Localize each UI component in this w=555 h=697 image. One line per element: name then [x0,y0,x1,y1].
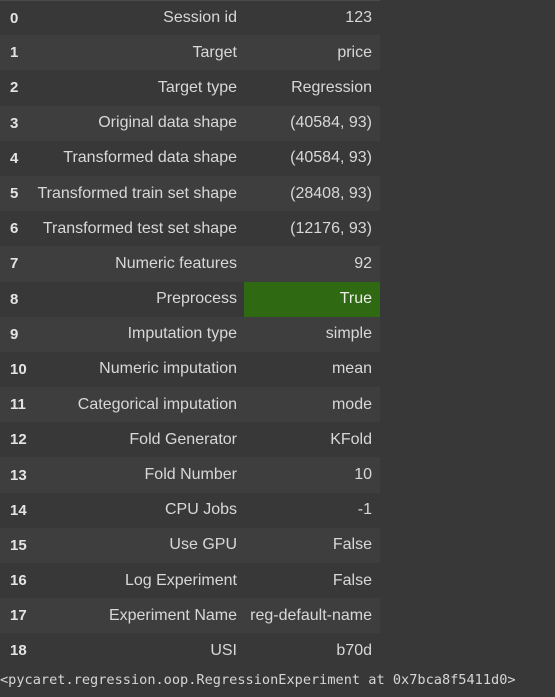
table-row: 3 Original data shape (40584, 93) [0,105,380,141]
row-index: 7 [10,255,19,273]
row-description: Target [192,43,237,61]
row-description: Target type [157,78,237,96]
table-row: 14 CPU Jobs -1 [0,492,380,528]
row-index: 6 [10,220,19,238]
row-index: 17 [10,607,27,625]
row-description: Fold Generator [129,430,237,448]
table-row: 1 Target price [0,35,380,71]
table-row: 4 Transformed data shape (40584, 93) [0,140,380,176]
setup-table: 0 Session id 123 1 Target price 2 Target… [0,0,380,669]
row-description: CPU Jobs [164,501,237,519]
row-value: mode [331,395,372,413]
row-description: Transformed test set shape [42,219,237,237]
row-index: 8 [10,290,19,308]
row-value-highlighted: True [244,281,380,317]
row-index: 3 [10,114,19,132]
row-value: (40584, 93) [290,114,372,132]
row-index: 13 [10,466,27,484]
row-value: (28408, 93) [290,184,372,202]
table-row: 16 Log Experiment False [0,563,380,599]
row-description: Original data shape [98,114,237,132]
row-value: simple [325,325,372,343]
row-index: 10 [10,360,27,378]
row-description: Session id [163,9,237,27]
row-value: (12176, 93) [290,219,372,237]
row-index: 1 [10,44,19,62]
table-row: 9 Imputation type simple [0,316,380,352]
row-index: 4 [10,149,19,167]
row-value: b70d [336,641,372,659]
table-row: 13 Fold Number 10 [0,457,380,493]
row-description: USI [210,641,237,659]
row-index: 14 [10,501,27,519]
row-value: False [332,571,372,589]
row-description: Log Experiment [124,571,237,589]
row-value: 10 [354,466,372,484]
row-description: Imputation type [127,325,237,343]
row-value: mean [331,360,372,378]
row-index: 5 [10,185,19,203]
row-value: KFold [330,430,372,448]
output-repr: <pycaret.regression.oop.RegressionExperi… [0,672,516,688]
table-row: 11 Categorical imputation mode [0,387,380,423]
row-value: (40584, 93) [290,149,372,167]
row-description: Use GPU [169,536,237,554]
row-index: 18 [10,642,27,660]
row-description: Preprocess [156,290,237,308]
row-description: Fold Number [144,466,237,484]
table-row: 15 Use GPU False [0,527,380,563]
table-row: 6 Transformed test set shape (12176, 93) [0,211,380,247]
row-value: price [337,43,372,61]
table-row: 18 USI b70d [0,633,380,669]
row-description: Categorical imputation [77,395,237,413]
row-index: 2 [10,79,19,97]
row-index: 11 [10,396,26,414]
row-value: 123 [345,9,372,27]
table-row: 0 Session id 123 [0,0,380,36]
row-value: reg-default-name [250,606,372,624]
row-value: False [332,536,372,554]
row-value: 92 [354,254,372,272]
row-index: 9 [10,325,19,343]
row-index: 12 [10,431,27,449]
row-description: Transformed data shape [63,149,237,167]
row-description: Numeric features [115,254,237,272]
row-description: Experiment Name [108,606,237,624]
table-row: 8 Preprocess True [0,281,380,317]
table-row: 17 Experiment Name reg-default-name [0,598,380,634]
table-row: 10 Numeric imputation mean [0,351,380,388]
table-row: 2 Target type Regression [0,70,380,106]
table-row: 7 Numeric features 92 [0,246,380,282]
table-row: 12 Fold Generator KFold [0,422,380,458]
row-index: 0 [10,9,19,27]
row-value: Regression [291,78,372,96]
row-description: Numeric imputation [99,360,237,378]
row-index: 15 [10,536,27,554]
row-description: Transformed train set shape [37,184,238,202]
row-value: -1 [357,501,372,519]
row-index: 16 [10,572,27,590]
table-row: 5 Transformed train set shape (28408, 93… [0,175,380,212]
